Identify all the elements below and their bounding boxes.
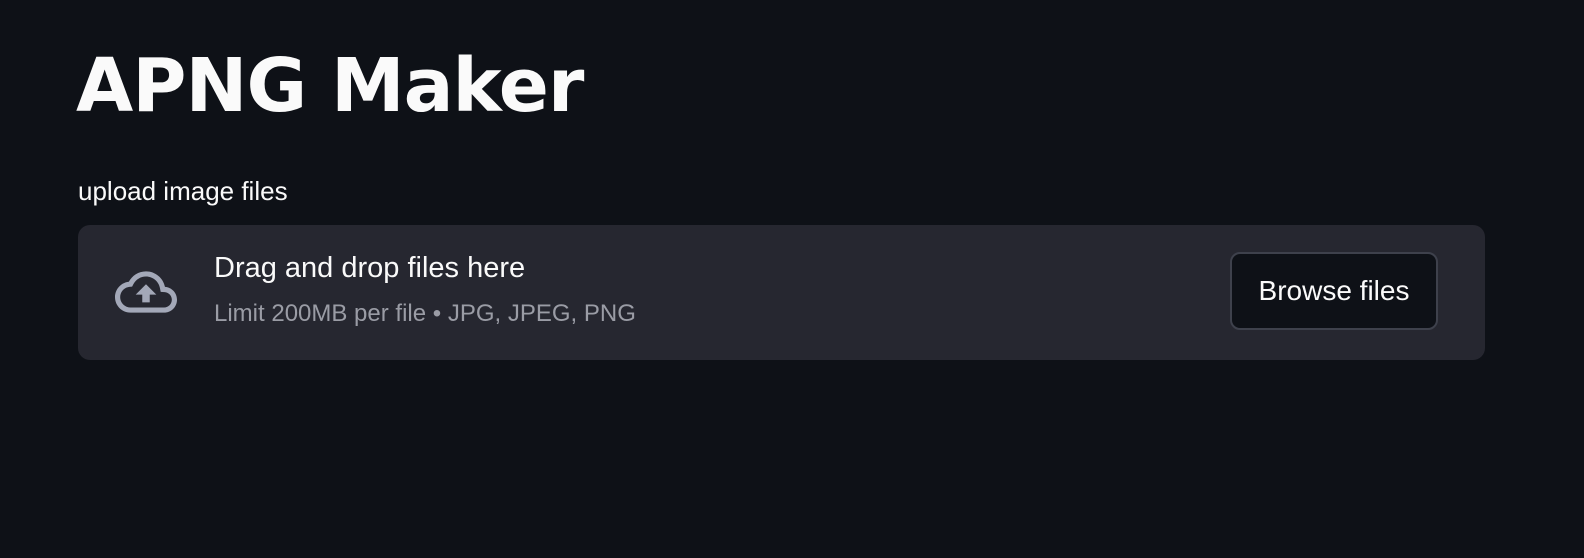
browse-files-button[interactable]: Browse files [1230, 252, 1438, 330]
cloud-upload-icon [107, 261, 185, 323]
dropzone-file-limits: Limit 200MB per file • JPG, JPEG, PNG [214, 300, 636, 327]
page-title: APNG Maker [76, 43, 584, 129]
file-dropzone[interactable]: Drag and drop files here Limit 200MB per… [78, 225, 1485, 360]
uploader-label: upload image files [78, 176, 288, 206]
dropzone-instruction: Drag and drop files here [214, 252, 526, 284]
